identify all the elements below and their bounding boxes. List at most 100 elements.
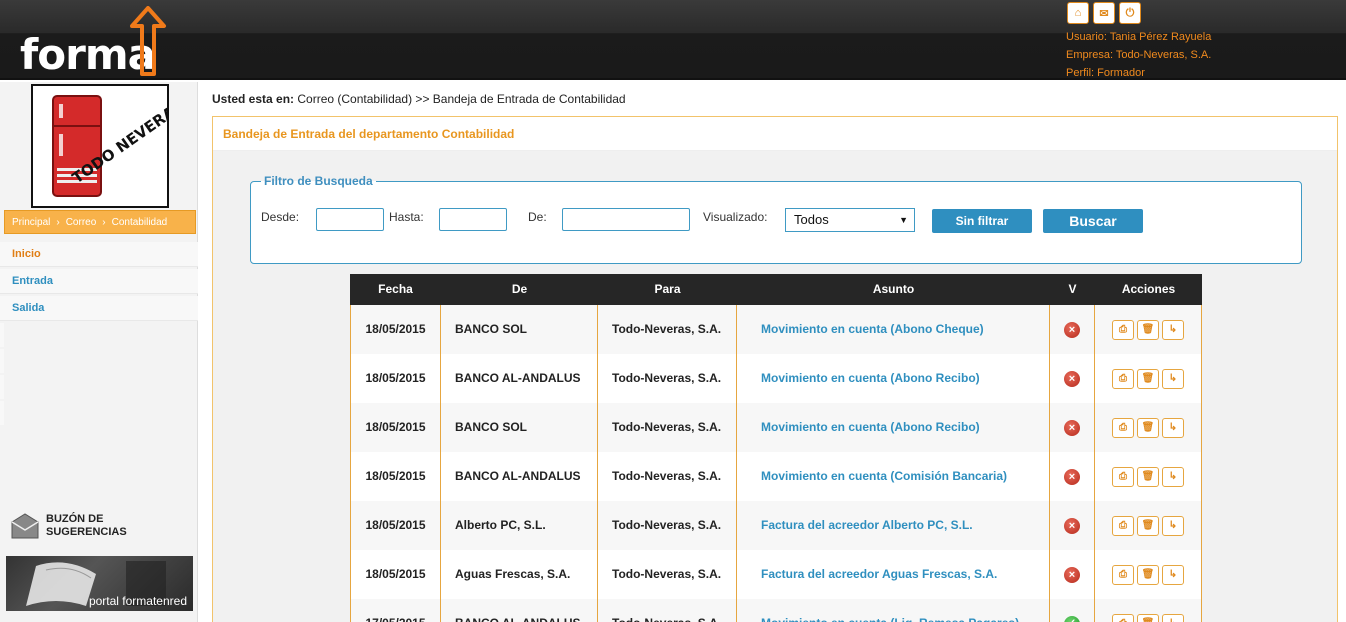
print-icon[interactable]: ⎙ — [1112, 417, 1134, 438]
buscar-button[interactable]: Buscar — [1043, 209, 1143, 233]
table-row[interactable]: 18/05/2015 Alberto PC, S.L. Todo-Neveras… — [350, 501, 1202, 550]
table-row[interactable]: 17/05/2015 BANCO AL-ANDALUS Todo-Neveras… — [350, 599, 1202, 622]
delete-icon[interactable]: 🗑 — [1137, 613, 1159, 622]
hasta-input[interactable] — [439, 208, 507, 231]
reply-icon[interactable]: ↳ — [1162, 466, 1184, 487]
reply-icon[interactable]: ↳ — [1162, 417, 1184, 438]
cell-fecha: 18/05/2015 — [350, 305, 441, 354]
sin-filtrar-button[interactable]: Sin filtrar — [932, 209, 1032, 233]
breadcrumb-path: Correo (Contabilidad) >> Bandeja de Entr… — [297, 92, 626, 106]
top-icons: ⌂ ✉ ⏻ — [1067, 2, 1141, 24]
formatenred-logo[interactable]: formatenred — [20, 6, 280, 128]
delete-icon[interactable]: 🗑 — [1137, 417, 1159, 438]
table-row[interactable]: 18/05/2015 BANCO AL-ANDALUS Todo-Neveras… — [350, 354, 1202, 403]
cell-fecha: 18/05/2015 — [350, 501, 441, 550]
delete-icon[interactable]: 🗑 — [1137, 515, 1159, 536]
print-icon[interactable]: ⎙ — [1112, 613, 1134, 622]
power-icon[interactable]: ⏻ — [1119, 2, 1141, 24]
user-company: Empresa: Todo-Neveras, S.A. — [1066, 49, 1212, 61]
cell-v: × — [1050, 452, 1095, 501]
reply-icon[interactable]: ↳ — [1162, 515, 1184, 536]
table-row[interactable]: 18/05/2015 BANCO AL-ANDALUS Todo-Neveras… — [350, 452, 1202, 501]
unread-x-icon: × — [1064, 517, 1080, 534]
print-icon[interactable]: ⎙ — [1112, 466, 1134, 487]
buzon-sugerencias[interactable]: BUZÓN DE SUGERENCIAS — [10, 512, 130, 540]
unread-x-icon: × — [1064, 566, 1080, 583]
header-de[interactable]: De — [441, 274, 598, 305]
header-para[interactable]: Para — [598, 274, 737, 305]
cell-asunto[interactable]: Movimiento en cuenta (Abono Recibo) — [737, 403, 1050, 452]
reply-icon[interactable]: ↳ — [1162, 564, 1184, 585]
panel-title: Bandeja de Entrada del departamento Cont… — [213, 117, 1337, 151]
cell-asunto[interactable]: Movimiento en cuenta (Liq. Remesa Pagare… — [737, 599, 1050, 622]
breadcrumb-correo[interactable]: Correo — [66, 217, 97, 228]
cell-para: Todo-Neveras, S.A. — [598, 599, 737, 622]
cell-acciones: ⎙ 🗑 ↳ — [1095, 452, 1202, 501]
cell-v: × — [1050, 354, 1095, 403]
cell-fecha: 18/05/2015 — [350, 550, 441, 599]
breadcrumb-contabilidad[interactable]: Contabilidad — [112, 217, 168, 228]
cell-de: Alberto PC, S.L. — [441, 501, 598, 550]
mail-icon[interactable]: ✉ — [1093, 2, 1115, 24]
delete-icon[interactable]: 🗑 — [1137, 466, 1159, 487]
page-breadcrumb: Usted esta en: Correo (Contabilidad) >> … — [212, 92, 626, 106]
cell-acciones: ⎙ 🗑 ↳ — [1095, 354, 1202, 403]
cell-para: Todo-Neveras, S.A. — [598, 452, 737, 501]
cell-asunto[interactable]: Factura del acreedor Alberto PC, S.L. — [737, 501, 1050, 550]
user-info: Usuario: Tania Pérez Rayuela Empresa: To… — [1066, 28, 1211, 82]
cell-v: × — [1050, 550, 1095, 599]
desde-input[interactable] — [316, 208, 384, 231]
cell-acciones: ⎙ 🗑 ↳ — [1095, 599, 1202, 622]
table-row[interactable]: 18/05/2015 BANCO SOL Todo-Neveras, S.A. … — [350, 305, 1202, 354]
sidebar-item-inicio[interactable]: Inicio — [0, 242, 198, 267]
header-asunto[interactable]: Asunto — [737, 274, 1050, 305]
sidebar-item-entrada[interactable]: Entrada — [0, 269, 198, 294]
cell-asunto[interactable]: Movimiento en cuenta (Comisión Bancaria) — [737, 452, 1050, 501]
user-profile: Perfil: Formador — [1066, 67, 1145, 79]
cell-asunto[interactable]: Factura del acreedor Aguas Frescas, S.A. — [737, 550, 1050, 599]
cell-de: Aguas Frescas, S.A. — [441, 550, 598, 599]
visualizado-select[interactable]: Todos ▼ — [785, 208, 915, 232]
table-row[interactable]: 18/05/2015 Aguas Frescas, S.A. Todo-Neve… — [350, 550, 1202, 599]
cell-v: ✓ — [1050, 599, 1095, 622]
portal-banner[interactable]: portal formatenred — [6, 556, 193, 611]
cell-acciones: ⎙ 🗑 ↳ — [1095, 305, 1202, 354]
cell-para: Todo-Neveras, S.A. — [598, 403, 737, 452]
print-icon[interactable]: ⎙ — [1112, 319, 1134, 340]
cell-para: Todo-Neveras, S.A. — [598, 501, 737, 550]
table-row[interactable]: 18/05/2015 BANCO SOL Todo-Neveras, S.A. … — [350, 403, 1202, 452]
cell-fecha: 18/05/2015 — [350, 354, 441, 403]
cell-fecha: 18/05/2015 — [350, 403, 441, 452]
breadcrumb-principal[interactable]: Principal — [12, 217, 50, 228]
header-v[interactable]: V — [1050, 274, 1095, 305]
desde-label: Desde: — [261, 210, 300, 224]
delete-icon[interactable]: 🗑 — [1137, 564, 1159, 585]
cell-v: × — [1050, 403, 1095, 452]
cell-acciones: ⎙ 🗑 ↳ — [1095, 550, 1202, 599]
cell-fecha: 17/05/2015 — [350, 599, 441, 622]
unread-x-icon: × — [1064, 468, 1080, 485]
delete-icon[interactable]: 🗑 — [1137, 319, 1159, 340]
print-icon[interactable]: ⎙ — [1112, 564, 1134, 585]
reply-icon[interactable]: ↳ — [1162, 613, 1184, 622]
reply-icon[interactable]: ↳ — [1162, 319, 1184, 340]
company-logo: TODO NEVERAS — [31, 84, 169, 208]
home-icon[interactable]: ⌂ — [1067, 2, 1089, 24]
sidebar-item-salida[interactable]: Salida — [0, 296, 198, 321]
delete-icon[interactable]: 🗑 — [1137, 368, 1159, 389]
cell-asunto[interactable]: Movimiento en cuenta (Abono Recibo) — [737, 354, 1050, 403]
dropdown-arrow-icon: ▼ — [899, 215, 908, 225]
unread-x-icon: × — [1064, 419, 1080, 436]
cell-para: Todo-Neveras, S.A. — [598, 305, 737, 354]
print-icon[interactable]: ⎙ — [1112, 515, 1134, 536]
print-icon[interactable]: ⎙ — [1112, 368, 1134, 389]
cell-asunto[interactable]: Movimiento en cuenta (Abono Cheque) — [737, 305, 1050, 354]
de-input[interactable] — [562, 208, 690, 231]
chevron-right-icon: › — [56, 216, 60, 228]
header-fecha[interactable]: Fecha — [350, 274, 441, 305]
read-check-icon: ✓ — [1064, 615, 1080, 622]
reply-icon[interactable]: ↳ — [1162, 368, 1184, 389]
header-acciones: Acciones — [1121, 282, 1176, 296]
inbox-table: Fecha De Para Asunto V Acciones 18/05/20… — [350, 274, 1202, 622]
portal-label: portal formatenred — [88, 594, 187, 608]
